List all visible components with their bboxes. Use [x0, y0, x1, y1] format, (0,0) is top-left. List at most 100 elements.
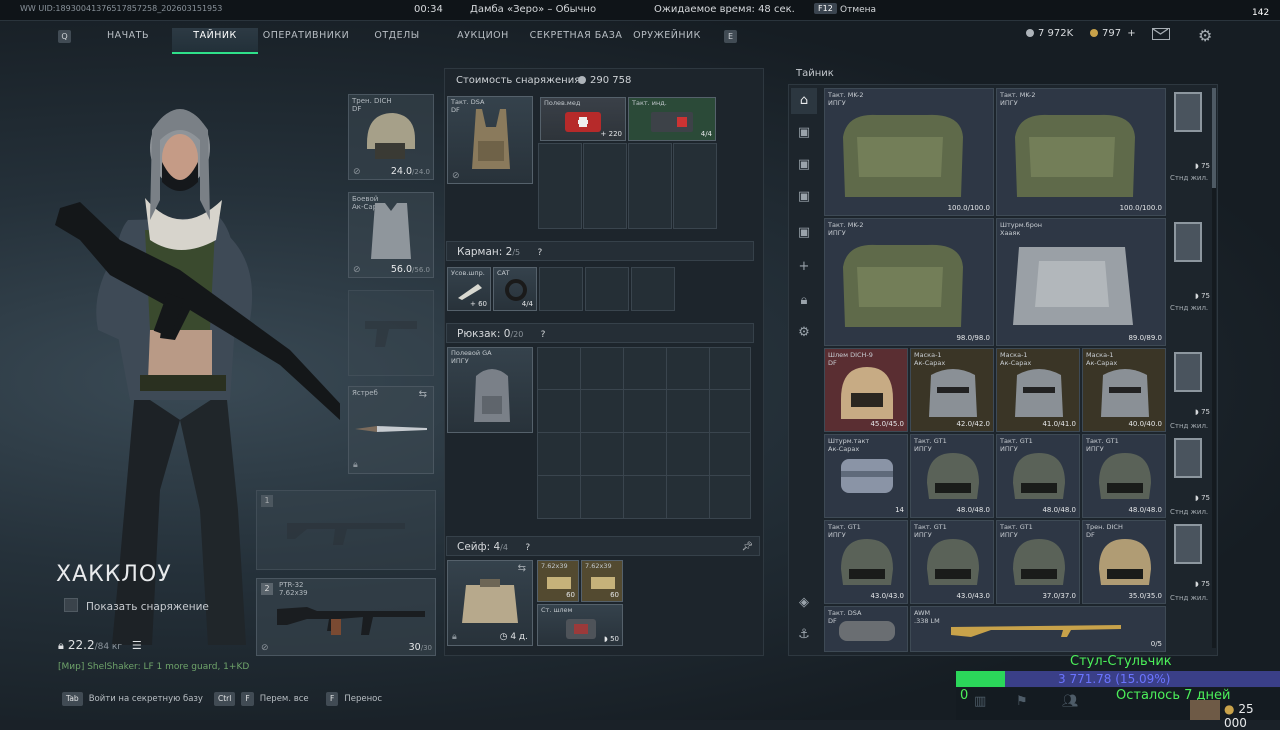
stash-item[interactable]: Маска-1 Ак-Сарах 41.0/41.0 [996, 348, 1080, 432]
show-gear-toggle[interactable]: Показать снаряжение [64, 598, 209, 613]
unlock-icon: ⊘ [261, 643, 269, 653]
pin-icon[interactable]: 📌︎ [742, 537, 753, 557]
helmet-durability: 24.0/24.0 [390, 166, 430, 177]
stash-side-count: ◗ 75 [1195, 292, 1210, 300]
stash-item[interactable]: Маска-1 Ак-Сарах 40.0/40.0 [1082, 348, 1166, 432]
stash-side-item[interactable]: ◗ 75 Стнд жил. [1168, 434, 1212, 518]
swap-icon[interactable]: ⇆ [518, 563, 526, 574]
stash-tab-1-icon[interactable]: ▣ [791, 120, 817, 146]
stash-item[interactable]: AWM .338 LM 0/5 [910, 606, 1166, 652]
help-icon[interactable]: ? [525, 543, 530, 553]
stash-item[interactable]: Шлем DICH-9 DF 45.0/45.0 [824, 348, 908, 432]
stash-side-item[interactable]: ◗ 75 Стнд жил. [1168, 88, 1212, 216]
armor-durability: 56.0/56.0 [390, 264, 430, 275]
backpack-slot[interactable]: Полевой GA ИПГУ [447, 347, 533, 433]
show-gear-checkbox[interactable] [64, 598, 78, 612]
carry-weight: 🔒︎ 22.2/84 кг ☰ [58, 638, 142, 652]
stash-settings-icon[interactable]: ⚙ [791, 320, 817, 346]
stash-item[interactable]: Такт. MK-2 ИПГУ 100.0/100.0 [996, 88, 1166, 216]
vest-slot[interactable]: Такт. DSA DF ⊘ [447, 96, 533, 184]
pocket-cell[interactable] [631, 267, 675, 311]
stash-item[interactable]: Такт. MK-2 ИПГУ 100.0/100.0 [824, 88, 994, 216]
tactical-kit-item[interactable]: Такт. инд. 4/4 [628, 97, 716, 141]
stash-sort-icon[interactable]: ⚓ [791, 622, 817, 648]
silver-coin-icon [1026, 29, 1034, 37]
stash-grid: Такт. MK-2 ИПГУ 100.0/100.0 Такт. MK-2 ИПГУ 1… [824, 88, 1168, 652]
stash-item-icon [837, 363, 897, 426]
settings-gear-icon[interactable]: ⚙ [1198, 26, 1212, 45]
stash-item[interactable]: Маска-1 Ак-Сарах 42.0/42.0 [910, 348, 994, 432]
stash-item[interactable]: Штурм.такт Ак-Сарах 14 [824, 434, 908, 518]
stash-lock-icon[interactable]: 🔒︎ [791, 288, 817, 314]
help-icon[interactable]: ? [541, 330, 546, 340]
stash-item[interactable]: Такт. GT1 ИПГУ 48.0/48.0 [910, 434, 994, 518]
stash-item[interactable]: Трен. DICH DF 35.0/35.0 [1082, 520, 1166, 604]
safe-helmet-item[interactable]: Ст. шлем ◗ 50 [537, 604, 623, 646]
stash-side-item[interactable]: ◗ 75 Стнд жил. [1168, 520, 1212, 604]
stash-item-label: Такт. MK-2 ИПГУ [828, 91, 864, 107]
stash-item[interactable]: Такт. GT1 ИПГУ 48.0/48.0 [996, 434, 1080, 518]
stash-item[interactable]: Такт. GT1 ИПГУ 48.0/48.0 [1082, 434, 1166, 518]
tab-operatives[interactable]: ОПЕРАТИВНИКИ [258, 28, 354, 52]
lock-icon: 🔒︎ [452, 632, 457, 642]
stash-item-label: Такт. GT1 ИПГУ [1000, 437, 1033, 453]
stash-home-icon[interactable]: ⌂ [791, 88, 817, 114]
stash-item[interactable]: Такт. MK-2 ИПГУ 98.0/98.0 [824, 218, 994, 346]
stash-scroll-thumb[interactable] [1212, 88, 1216, 188]
cancel-queue-button[interactable]: Отмена [840, 5, 876, 15]
stash-item[interactable]: Такт. DSA DF [824, 606, 908, 652]
primary-weapon-slot-1[interactable]: 1 [256, 490, 436, 570]
stash-item-durability: 100.0/100.0 [1119, 204, 1162, 212]
stash-item-label: Маска-1 Ак-Сарах [1086, 351, 1118, 367]
secret-base-hint[interactable]: Tab Войти на секретную базу [62, 690, 203, 708]
helmet-slot[interactable]: Трен. DICH DF ⊘ 24.0/24.0 [348, 94, 434, 180]
transfer-hint[interactable]: F Перенос [326, 690, 382, 708]
tab-start[interactable]: НАЧАТЬ [84, 28, 172, 52]
move-all-hint[interactable]: Ctrl F Перем. все [214, 690, 309, 708]
pistol-slot[interactable] [348, 290, 434, 376]
safe-ammo-2[interactable]: 7.62x39 60 [581, 560, 623, 602]
tab-secret-base[interactable]: СЕКРЕТНАЯ БАЗА [526, 28, 626, 52]
tab-departments[interactable]: ОТДЕЛЫ [354, 28, 440, 52]
primary-weapon-slot-2[interactable]: 2 PTR-32 7.62x39 ⊘ 30/30 [256, 578, 436, 656]
weapon2-label: PTR-32 7.62x39 [279, 581, 308, 597]
avatar [1190, 700, 1220, 720]
stash-item[interactable]: Штурм.брон Хааяк 89.0/89.0 [996, 218, 1166, 346]
stash-item[interactable]: Такт. GT1 ИПГУ 43.0/43.0 [824, 520, 908, 604]
swap-icon[interactable]: ⇆ [419, 389, 427, 400]
silver-currency: 7 972K [1026, 28, 1073, 39]
pocket-cell[interactable] [539, 267, 583, 311]
tab-auction[interactable]: АУКЦИОН [440, 28, 526, 52]
stash-side-item[interactable]: ◗ 75 Стнд жил. [1168, 348, 1212, 432]
armor-slot[interactable]: Боевой Ак-Сарах ⊘ 56.0/56.0 [348, 192, 434, 278]
operative-name: ХАККЛОУ [56, 562, 172, 587]
add-gold-button[interactable]: + [1127, 28, 1135, 39]
stash-item-icon [837, 535, 897, 598]
stash-item-icon [1009, 363, 1069, 426]
mail-icon[interactable] [1152, 28, 1170, 40]
add-stash-tab-icon[interactable]: + [791, 254, 817, 280]
list-icon[interactable]: ☰ [132, 639, 142, 652]
safe-ammo-1[interactable]: 7.62x39 60 [537, 560, 579, 602]
stash-item[interactable]: Такт. GT1 ИПГУ 37.0/37.0 [996, 520, 1080, 604]
tab-gunsmith[interactable]: ОРУЖЕЙНИК [626, 28, 708, 52]
stash-layers-icon[interactable]: ◈ [791, 590, 817, 616]
medkit-item[interactable]: Полев.мед + 220 [540, 97, 626, 141]
stash-side-label: Стнд жил. [1170, 422, 1209, 430]
safe-container[interactable]: ⇆ 🔒︎ ◷ 4 д. [447, 560, 533, 646]
stash-tab-4-icon[interactable]: ▣ [791, 220, 817, 246]
stash-scrollbar[interactable] [1212, 88, 1216, 648]
pocket-cell[interactable] [585, 267, 629, 311]
world-chat-line[interactable]: [Мир] ShelShaker: LF 1 more guard, 1+KD [58, 662, 249, 672]
stash-item[interactable]: Такт. GT1 ИПГУ 43.0/43.0 [910, 520, 994, 604]
stash-tab-3-icon[interactable]: ▣ [791, 184, 817, 210]
pocket-item-stim[interactable]: Усов.шпр. + 60 [447, 267, 491, 311]
pocket-item-tourniquet[interactable]: CAT 4/4 [493, 267, 537, 311]
help-icon[interactable]: ? [537, 248, 542, 258]
gear-cost-label: Стоимость снаряжения [456, 75, 581, 86]
stash-tab-2-icon[interactable]: ▣ [791, 152, 817, 178]
stash-side-item[interactable]: ◗ 75 Стнд жил. [1168, 218, 1212, 346]
tab-stash[interactable]: ТАЙНИК [172, 28, 258, 54]
melee-slot[interactable]: Ястреб ⇆ 🔒︎ [348, 386, 434, 474]
backpack-grid[interactable] [537, 347, 751, 519]
